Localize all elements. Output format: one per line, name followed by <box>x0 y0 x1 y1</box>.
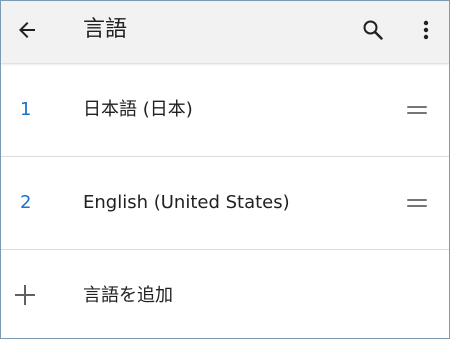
add-language-button[interactable]: 言語を追加 <box>1 250 449 338</box>
language-label: 日本語 (日本) <box>83 99 193 120</box>
language-order-number: 1 <box>20 99 32 120</box>
language-label: English (United States) <box>83 192 290 213</box>
search-icon <box>363 20 383 40</box>
search-button[interactable] <box>355 12 391 48</box>
arrow-back-icon <box>19 22 35 38</box>
screen: 言語 1 日本語 (日本) 2 English (United States) <box>0 0 450 339</box>
language-order-number: 2 <box>20 192 32 213</box>
page-title: 言語 <box>83 17 128 42</box>
back-button[interactable] <box>9 12 45 48</box>
drag-handle-icon[interactable] <box>405 100 429 120</box>
plus-icon <box>15 285 35 305</box>
drag-handle-icon[interactable] <box>405 193 429 213</box>
more-options-button[interactable] <box>411 12 441 48</box>
language-item-english[interactable]: 2 English (United States) <box>1 157 449 250</box>
more-vert-icon <box>423 20 429 40</box>
app-bar: 言語 <box>1 1 449 64</box>
language-item-japanese[interactable]: 1 日本語 (日本) <box>1 64 449 157</box>
add-language-label: 言語を追加 <box>83 285 173 306</box>
